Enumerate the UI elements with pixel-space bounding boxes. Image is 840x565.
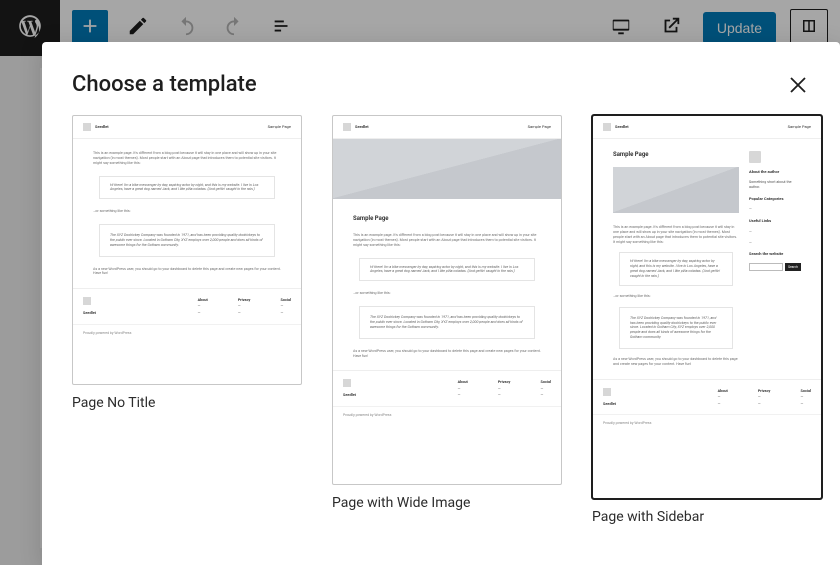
template-label: Page with Wide Image bbox=[332, 495, 560, 511]
preview-avatar bbox=[749, 151, 761, 163]
template-modal: Choose a template Seedlet Sample Pag bbox=[42, 42, 840, 565]
modal-title: Choose a template bbox=[72, 72, 257, 97]
template-preview: Seedlet Sample Page This is an example p… bbox=[72, 115, 302, 385]
preview-site-name: Seedlet bbox=[95, 124, 109, 129]
template-option-page-wide-image[interactable]: Seedlet Sample Page Sample Page This is … bbox=[332, 115, 560, 511]
preview-outro: As a new WordPress user, you should go t… bbox=[93, 267, 281, 277]
preview-nav-link: Sample Page bbox=[268, 124, 291, 129]
preview-intro: This is an example page. It's different … bbox=[93, 151, 281, 166]
template-option-page-no-title[interactable]: Seedlet Sample Page This is an example p… bbox=[72, 115, 300, 411]
template-option-page-sidebar[interactable]: Seedlet Sample Page Sample Page This is … bbox=[592, 115, 820, 525]
preview-page-title: Sample Page bbox=[353, 215, 541, 223]
template-label: Page with Sidebar bbox=[592, 509, 820, 525]
template-preview: Seedlet Sample Page Sample Page This is … bbox=[592, 115, 822, 499]
template-preview: Seedlet Sample Page Sample Page This is … bbox=[332, 115, 562, 485]
close-icon bbox=[786, 82, 810, 101]
preview-quote: Hi there! I'm a bike messenger by day, a… bbox=[99, 176, 275, 200]
template-grid: Seedlet Sample Page This is an example p… bbox=[72, 115, 810, 525]
preview-sidebar: About the author Something short about t… bbox=[749, 151, 801, 271]
preview-search-field bbox=[749, 263, 783, 271]
preview-hero-image bbox=[613, 167, 739, 213]
preview-quote: The XYZ Doohickey Company was founded in… bbox=[99, 224, 275, 257]
preview-search-button: Search bbox=[785, 263, 801, 271]
preview-bridge: …or something like this: bbox=[93, 209, 281, 214]
preview-hero-image bbox=[333, 139, 561, 199]
preview-copyright: Proudly powered by WordPress bbox=[73, 324, 301, 342]
template-label: Page No Title bbox=[72, 395, 300, 411]
modal-close-button[interactable] bbox=[786, 73, 810, 97]
